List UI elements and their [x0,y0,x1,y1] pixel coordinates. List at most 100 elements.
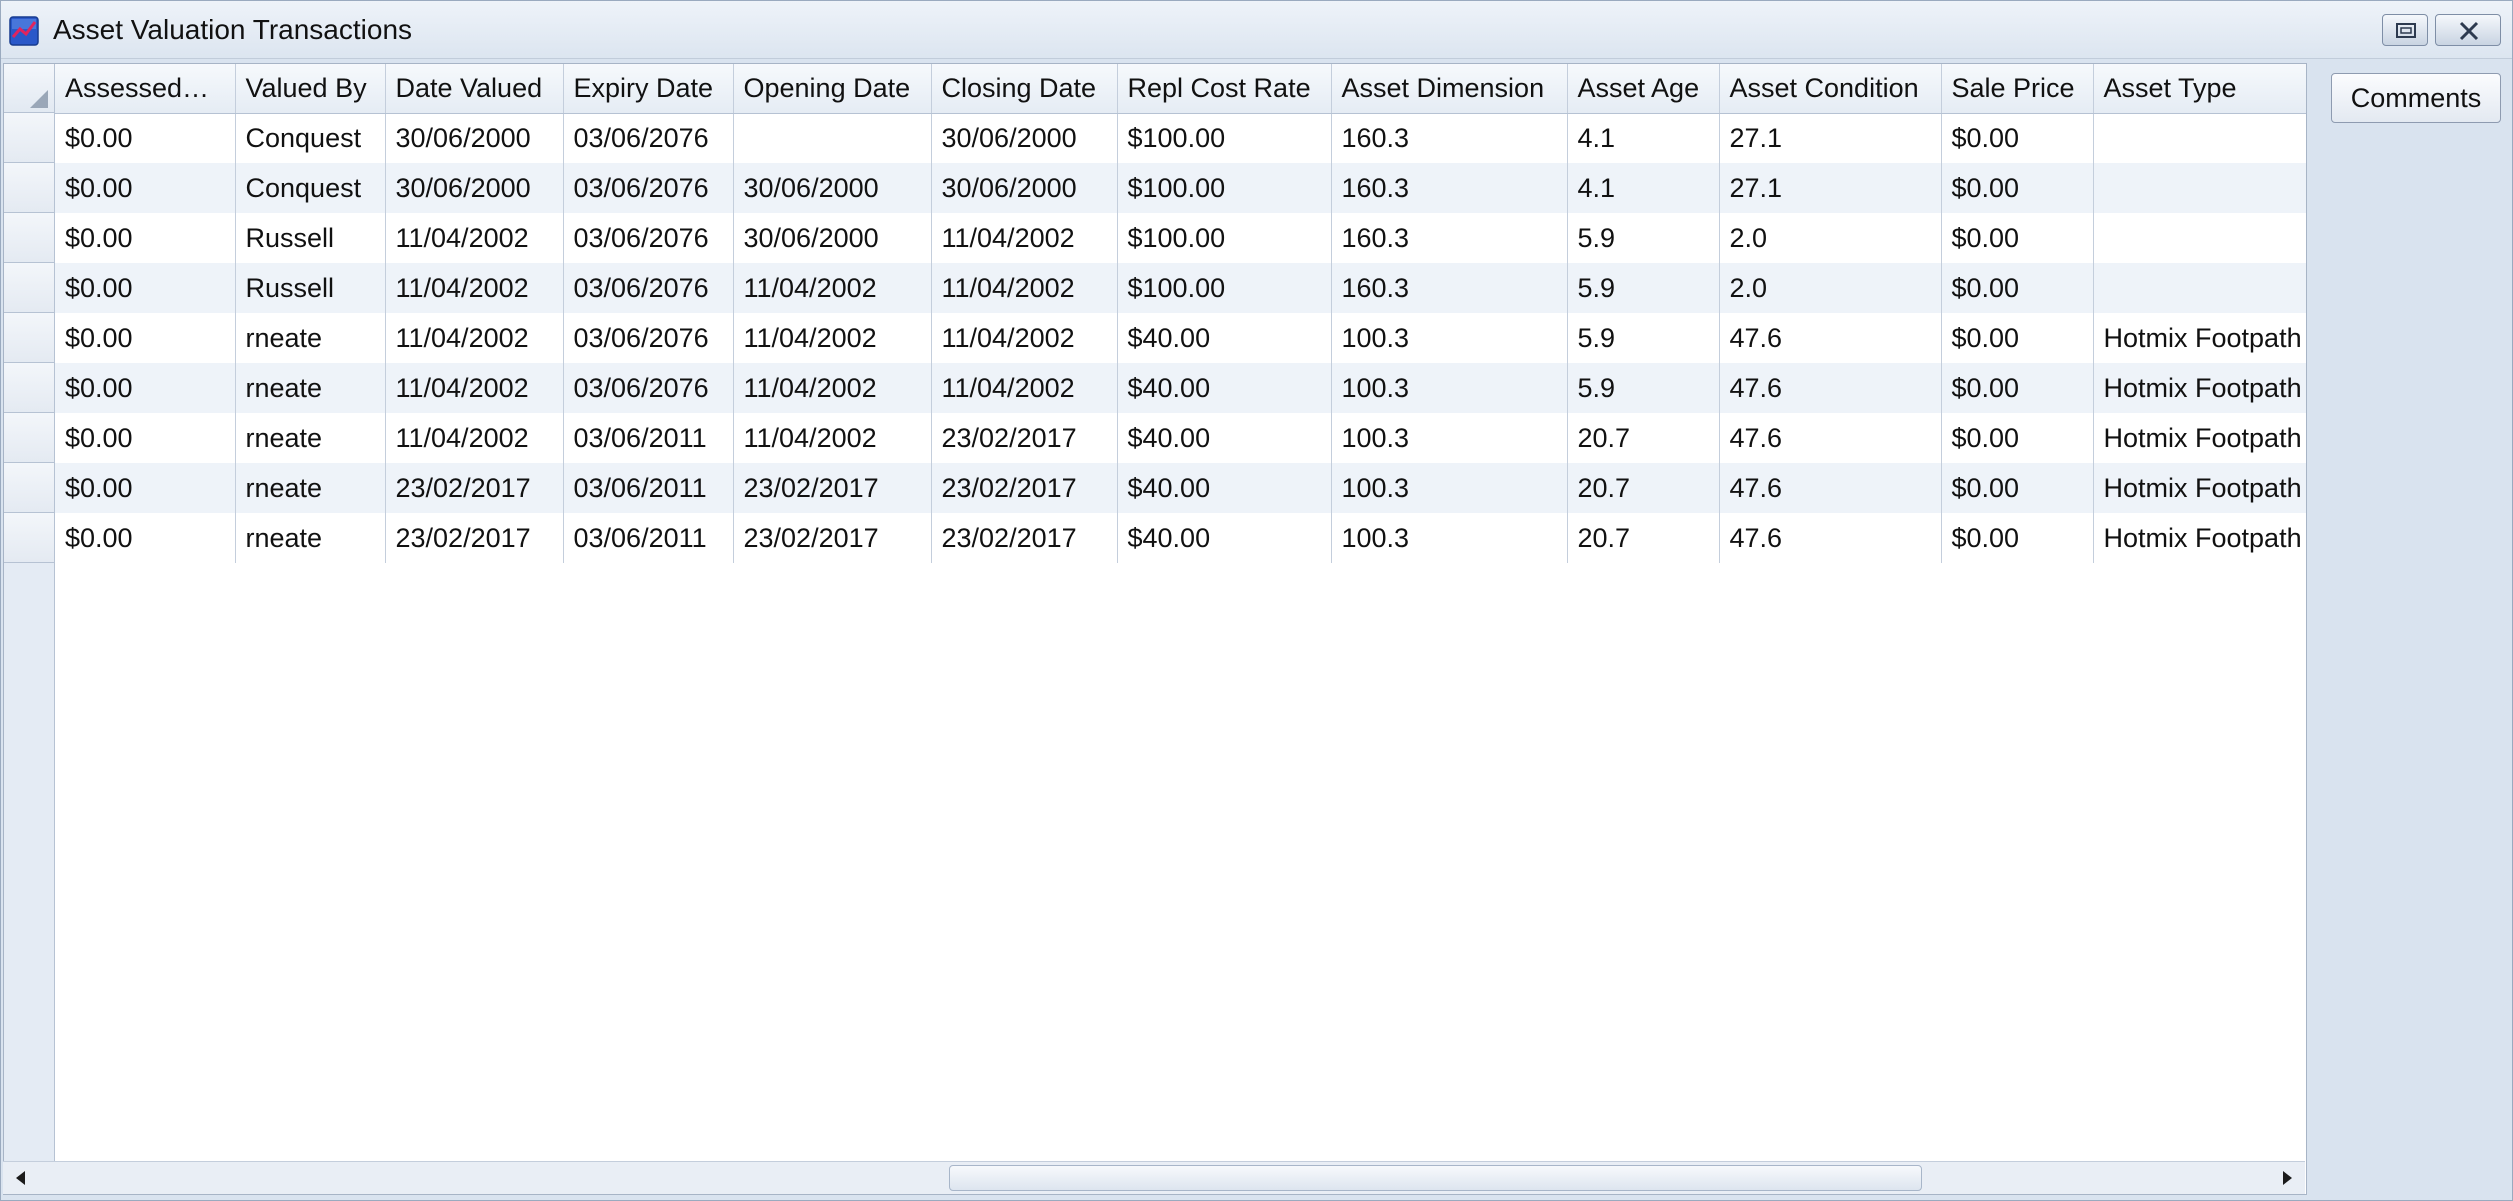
table-cell[interactable]: $100.00 [1117,213,1332,263]
table-cell[interactable]: 100.3 [1331,463,1568,513]
table-cell[interactable]: 47.6 [1719,313,1942,363]
table-cell[interactable]: $0.00 [55,113,236,163]
table-cell[interactable]: 23/02/2017 [733,513,932,563]
table-cell[interactable]: 03/06/2076 [563,163,734,213]
restore-button[interactable] [2382,14,2428,46]
table-cell[interactable]: 20.7 [1567,513,1720,563]
row-selector[interactable] [4,413,54,463]
column-header[interactable]: Date Valued [385,64,564,114]
horizontal-scrollbar[interactable] [3,1161,2305,1194]
table-cell[interactable]: 11/04/2002 [385,263,564,313]
table-cell[interactable]: 47.6 [1719,463,1942,513]
table-cell[interactable]: 11/04/2002 [385,213,564,263]
table-cell[interactable]: 47.6 [1719,363,1942,413]
scrollbar-thumb[interactable] [949,1165,1922,1191]
table-cell[interactable]: $0.00 [55,163,236,213]
table-cell[interactable]: 11/04/2002 [385,413,564,463]
table-cell[interactable]: 03/06/2076 [563,313,734,363]
table-cell[interactable]: $0.00 [1941,163,2094,213]
table-cell[interactable]: 30/06/2000 [385,163,564,213]
table-cell[interactable]: $0.00 [1941,313,2094,363]
table-cell[interactable]: $0.00 [55,463,236,513]
table-cell[interactable]: 4.1 [1567,113,1720,163]
table-cell[interactable]: 11/04/2002 [733,263,932,313]
table-cell[interactable]: $0.00 [1941,413,2094,463]
title-bar[interactable]: Asset Valuation Transactions [1,1,2512,59]
table-cell[interactable]: 2.0 [1719,263,1942,313]
table-cell[interactable]: $100.00 [1117,163,1332,213]
table-cell[interactable]: 30/06/2000 [931,163,1118,213]
table-cell[interactable]: $0.00 [55,213,236,263]
table-cell[interactable]: 30/06/2000 [385,113,564,163]
table-cell[interactable]: 03/06/2076 [563,113,734,163]
table-cell[interactable]: Conquest [235,163,386,213]
table-cell[interactable]: 11/04/2002 [931,363,1118,413]
table-cell[interactable]: Conquest [235,113,386,163]
table-cell[interactable]: 27.1 [1719,163,1942,213]
table-cell[interactable]: 160.3 [1331,213,1568,263]
table-row[interactable]: $0.00 rneate 23/02/2017 03/06/2011 23/02/201… [55,463,2306,513]
table-cell[interactable]: $0.00 [1941,213,2094,263]
column-header[interactable]: Asset Type [2093,64,2306,114]
table-cell[interactable]: Hotmix Footpath [2093,513,2306,563]
table-cell[interactable]: rneate [235,313,386,363]
table-cell[interactable]: 11/04/2002 [931,213,1118,263]
row-selector[interactable] [4,463,54,513]
table-cell[interactable]: 5.9 [1567,263,1720,313]
column-header[interactable]: Assessed… [55,64,236,114]
table-cell[interactable]: Hotmix Footpath [2093,413,2306,463]
table-cell[interactable]: $0.00 [55,513,236,563]
arrow-left-icon[interactable] [3,1162,37,1194]
table-cell[interactable]: 100.3 [1331,363,1568,413]
table-cell[interactable]: 160.3 [1331,163,1568,213]
table-cell[interactable]: 23/02/2017 [931,413,1118,463]
table-row[interactable]: $0.00 rneate 11/04/2002 03/06/2076 11/04/200… [55,363,2306,413]
table-cell[interactable]: $40.00 [1117,513,1332,563]
table-cell[interactable]: 160.3 [1331,113,1568,163]
close-button[interactable] [2435,14,2501,46]
table-cell[interactable] [2093,263,2306,313]
row-selector[interactable] [4,163,54,213]
table-cell[interactable]: 5.9 [1567,363,1720,413]
table-cell[interactable]: 03/06/2076 [563,213,734,263]
table-cell[interactable]: $40.00 [1117,413,1332,463]
row-selector[interactable] [4,513,54,563]
table-row[interactable]: $0.00 rneate 23/02/2017 03/06/2011 23/02/201… [55,513,2306,563]
table-cell[interactable]: 23/02/2017 [385,513,564,563]
table-cell[interactable]: $40.00 [1117,313,1332,363]
table-cell[interactable]: 100.3 [1331,413,1568,463]
table-cell[interactable]: 23/02/2017 [931,463,1118,513]
table-row[interactable]: $0.00 rneate 11/04/2002 03/06/2076 11/04/200… [55,313,2306,363]
table-cell[interactable]: 20.7 [1567,413,1720,463]
table-cell[interactable]: 11/04/2002 [733,413,932,463]
column-header[interactable]: Repl Cost Rate [1117,64,1332,114]
table-row[interactable]: $0.00 Russell 11/04/2002 03/06/2076 30/06/20… [55,213,2306,263]
row-selector[interactable] [4,213,54,263]
table-cell[interactable]: rneate [235,513,386,563]
column-header[interactable]: Asset Age [1567,64,1720,114]
table-cell[interactable]: $0.00 [55,313,236,363]
table-cell[interactable]: Russell [235,213,386,263]
table-cell[interactable]: $0.00 [55,363,236,413]
table-cell[interactable]: $40.00 [1117,363,1332,413]
table-cell[interactable]: 47.6 [1719,413,1942,463]
table-cell[interactable]: rneate [235,363,386,413]
table-cell[interactable]: 160.3 [1331,263,1568,313]
column-header[interactable]: Expiry Date [563,64,734,114]
table-cell[interactable]: 03/06/2011 [563,513,734,563]
table-cell[interactable]: Russell [235,263,386,313]
table-cell[interactable]: Hotmix Footpath [2093,313,2306,363]
table-cell[interactable]: $40.00 [1117,463,1332,513]
column-header[interactable]: Sale Price [1941,64,2094,114]
arrow-right-icon[interactable] [2271,1162,2305,1194]
row-selector[interactable] [4,363,54,413]
row-selector[interactable] [4,113,54,163]
table-cell[interactable]: 20.7 [1567,463,1720,513]
column-header[interactable]: Opening Date [733,64,932,114]
column-header[interactable]: Asset Condition [1719,64,1942,114]
table-cell[interactable]: Hotmix Footpath [2093,363,2306,413]
row-selector[interactable] [4,313,54,363]
table-cell[interactable]: rneate [235,463,386,513]
table-row[interactable]: $0.00 rneate 11/04/2002 03/06/2011 11/04/200… [55,413,2306,463]
table-cell[interactable] [2093,163,2306,213]
